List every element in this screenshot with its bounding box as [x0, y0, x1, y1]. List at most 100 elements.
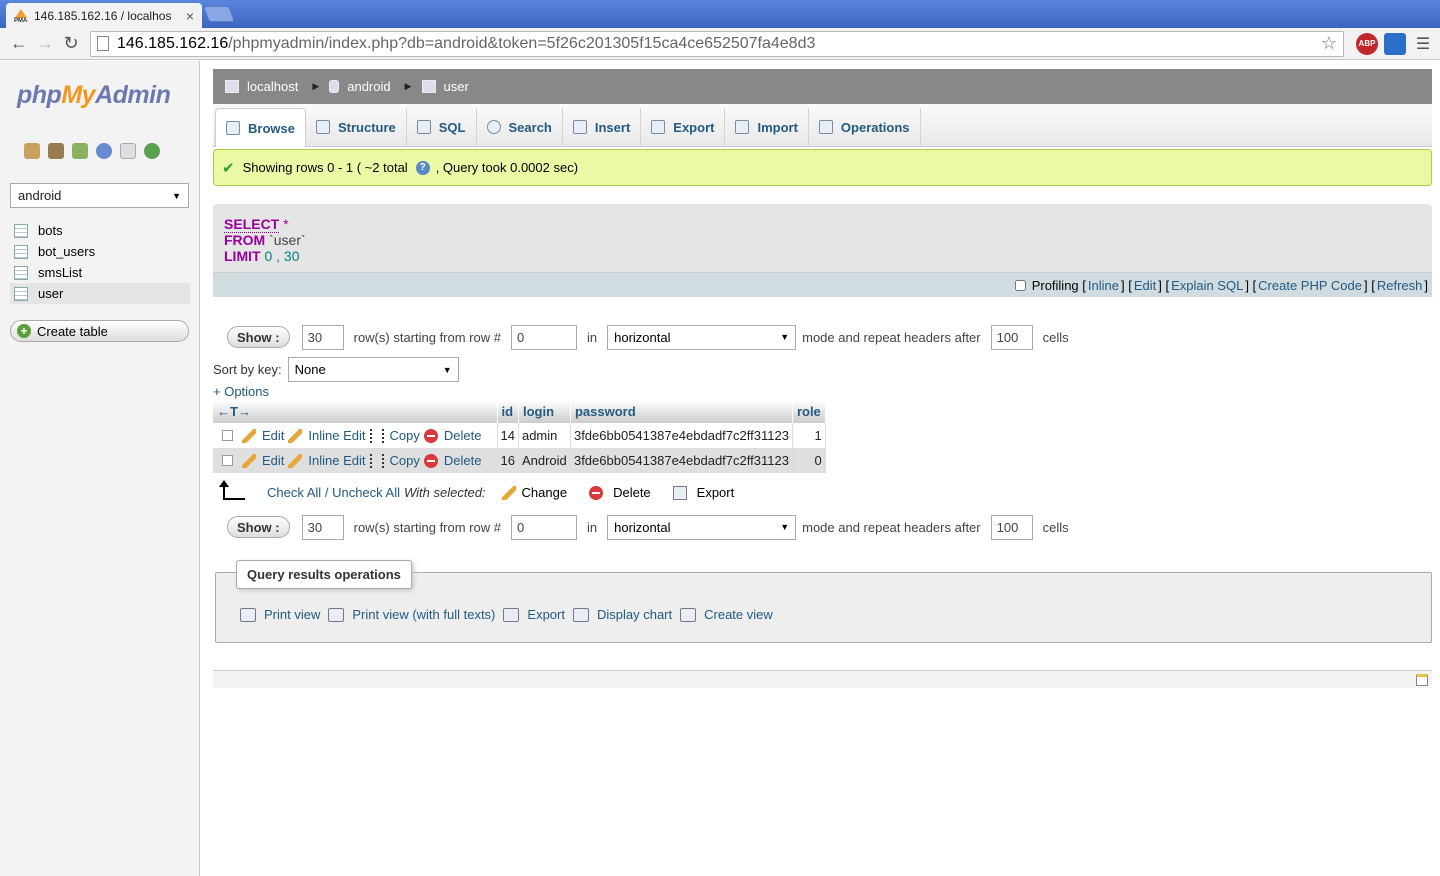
- tab-browse[interactable]: Browse: [215, 108, 306, 147]
- edit-sql-link[interactable]: Edit: [1134, 278, 1156, 293]
- options-link[interactable]: + Options: [213, 384, 269, 399]
- rows-count-input[interactable]: 30: [301, 324, 344, 350]
- breadcrumb-table[interactable]: user: [421, 79, 469, 94]
- export-results-link[interactable]: Export: [503, 607, 565, 622]
- display-mode-select[interactable]: horizontal ▼: [607, 514, 797, 540]
- bookmark-star-icon[interactable]: ☆: [1321, 33, 1337, 54]
- display-chart-link[interactable]: Display chart: [572, 607, 672, 622]
- start-row-input[interactable]: 0: [510, 514, 577, 540]
- cell-id[interactable]: 14: [497, 423, 519, 448]
- show-button[interactable]: Show :: [227, 326, 290, 348]
- tab-sql[interactable]: SQL: [407, 108, 477, 146]
- column-header-role[interactable]: role: [792, 400, 826, 423]
- explain-sql-link[interactable]: Explain SQL: [1171, 278, 1243, 293]
- cell-login[interactable]: Android: [518, 448, 571, 473]
- tab-operations[interactable]: Operations: [809, 108, 921, 146]
- chevron-down-icon: ▼: [780, 522, 790, 532]
- rows-count-input[interactable]: 30: [301, 514, 344, 540]
- docs-icon[interactable]: [96, 143, 112, 159]
- delete-selected-button[interactable]: Delete: [589, 485, 651, 500]
- cell-login[interactable]: admin: [518, 423, 571, 448]
- reload-icon[interactable]: ↻: [58, 31, 84, 57]
- row-checkbox[interactable]: [222, 455, 233, 466]
- extension-icon[interactable]: [1384, 32, 1406, 55]
- home-icon[interactable]: [24, 143, 40, 159]
- sql-query-code[interactable]: SELECT * FROM `user` LIMIT 0 , 30: [224, 216, 306, 264]
- start-row-input[interactable]: 0: [510, 324, 577, 350]
- repeat-headers-input[interactable]: 100: [990, 324, 1033, 350]
- refresh-link[interactable]: Refresh: [1377, 278, 1423, 293]
- adblock-plus-icon[interactable]: ABP: [1356, 32, 1378, 55]
- chrome-menu-icon[interactable]: ☰: [1412, 33, 1434, 55]
- copy-row-link[interactable]: Copy: [369, 428, 420, 443]
- cell-password[interactable]: 3fde6bb0541387e4ebdadf7c2ff31123: [570, 448, 793, 473]
- browser-toolbar: ← → ↻ 146.185.162.16/phpmyadmin/index.ph…: [0, 28, 1440, 60]
- uncheck-all-link[interactable]: Uncheck All: [332, 485, 400, 500]
- column-header-login[interactable]: login: [518, 400, 571, 423]
- change-selected-button[interactable]: Change: [501, 485, 567, 500]
- cell-password[interactable]: 3fde6bb0541387e4ebdadf7c2ff31123: [570, 423, 793, 448]
- breadcrumb: localhost ▶ android ▶ user: [213, 69, 1432, 104]
- tab-export[interactable]: Export: [641, 108, 726, 146]
- sidebar-item-smslist[interactable]: smsList: [10, 262, 190, 283]
- address-bar[interactable]: 146.185.162.16/phpmyadmin/index.php?db=a…: [90, 30, 1344, 57]
- tab-insert[interactable]: Insert: [563, 108, 642, 146]
- database-icon: [329, 80, 340, 93]
- breadcrumb-server[interactable]: localhost: [225, 79, 298, 94]
- edit-row-link[interactable]: Edit: [242, 428, 284, 443]
- column-arrows[interactable]: ←T→: [213, 400, 498, 423]
- cell-id[interactable]: 16: [497, 448, 519, 473]
- row-checkbox[interactable]: [222, 430, 233, 441]
- inline-edit-link[interactable]: Inline Edit: [288, 428, 366, 443]
- sidebar-item-bot_users[interactable]: bot_users: [10, 241, 190, 262]
- back-arrow-icon[interactable]: ←: [6, 31, 32, 57]
- phpmyadmin-logo[interactable]: phpMyAdmin: [17, 81, 171, 110]
- display-mode-select[interactable]: horizontal ▼: [607, 324, 797, 350]
- column-header-password[interactable]: password: [570, 400, 793, 423]
- query-window-icon[interactable]: [72, 143, 88, 159]
- bar-chart-icon: [572, 607, 589, 622]
- profiling-checkbox[interactable]: [1014, 279, 1026, 291]
- delete-row-link[interactable]: Delete: [423, 428, 481, 443]
- tab-structure[interactable]: Structure: [306, 108, 407, 146]
- forward-arrow-icon[interactable]: →: [32, 31, 58, 57]
- url-path: /phpmyadmin/index.php?db=android&token=5…: [228, 34, 816, 52]
- database-select[interactable]: android ▼: [10, 183, 189, 208]
- reload-nav-icon[interactable]: [144, 143, 160, 159]
- inline-edit-link[interactable]: Inline Edit: [288, 453, 366, 468]
- note-icon[interactable]: [1416, 674, 1428, 686]
- edit-row-link[interactable]: Edit: [242, 453, 284, 468]
- tab-search[interactable]: Search: [477, 108, 563, 146]
- create-view-link[interactable]: Create view: [680, 607, 773, 622]
- logout-icon[interactable]: [48, 143, 64, 159]
- cell-role[interactable]: 0: [792, 448, 826, 473]
- export-selected-button[interactable]: Export: [672, 485, 734, 500]
- delete-row-link[interactable]: Delete: [423, 453, 481, 468]
- pencil-icon: [288, 428, 303, 443]
- inline-link[interactable]: Inline: [1088, 278, 1119, 293]
- pencil-icon: [242, 428, 256, 443]
- breadcrumb-database[interactable]: android: [329, 79, 391, 94]
- delete-icon: [423, 428, 438, 443]
- copy-row-link[interactable]: Copy: [369, 453, 420, 468]
- create-table-button[interactable]: + Create table: [10, 320, 189, 342]
- cell-role[interactable]: 1: [792, 423, 826, 448]
- create-php-code-link[interactable]: Create PHP Code: [1258, 278, 1362, 293]
- column-header-id[interactable]: id: [497, 400, 519, 423]
- check-all-link[interactable]: Check All: [267, 485, 321, 500]
- chevron-down-icon: ▼: [172, 190, 181, 201]
- browser-tab[interactable]: PMA 146.185.162.16 / localhos ×: [6, 3, 202, 28]
- settings-icon[interactable]: [120, 143, 136, 159]
- print-view-link[interactable]: Print view: [240, 607, 320, 622]
- repeat-headers-input[interactable]: 100: [990, 514, 1033, 540]
- sort-by-key-select[interactable]: None ▼: [287, 357, 459, 382]
- help-icon[interactable]: ?: [415, 160, 430, 175]
- tab-close-icon[interactable]: ×: [186, 8, 194, 24]
- show-button[interactable]: Show :: [227, 516, 290, 538]
- print-view-full-link[interactable]: Print view (with full texts): [328, 607, 495, 622]
- tab-import[interactable]: Import: [725, 108, 809, 146]
- new-tab-button[interactable]: [203, 6, 235, 22]
- results-table: ←T→ id login password role Edit Inline E…: [213, 400, 826, 473]
- sidebar-item-bots[interactable]: bots: [10, 220, 190, 241]
- sidebar-item-user[interactable]: user: [10, 283, 190, 304]
